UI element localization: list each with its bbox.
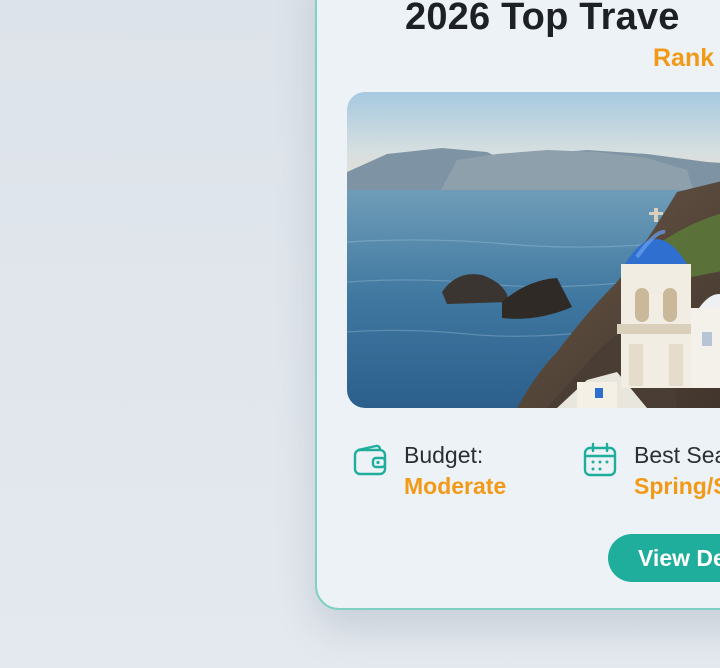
destination-photo xyxy=(347,92,720,408)
budget-label: Budget: xyxy=(404,442,484,468)
view-details-button[interactable]: View De xyxy=(608,534,720,582)
budget-info: Budget: Moderate xyxy=(352,440,506,502)
destination-card: 2026 Top Trave Rank Budget: Moderate Bes… xyxy=(315,0,720,610)
wallet-icon xyxy=(353,444,387,476)
card-title: 2026 Top Trave xyxy=(405,0,680,38)
season-value: Spring/S xyxy=(634,473,720,499)
budget-value: Moderate xyxy=(404,473,507,499)
season-label: Best Sea xyxy=(634,442,720,468)
calendar-icon xyxy=(583,442,617,477)
rank-label: Rank xyxy=(653,44,715,72)
season-info: Best Sea Spring/S xyxy=(582,440,720,502)
page-background: 2026 Top Trave Rank Budget: Moderate Bes… xyxy=(0,0,720,668)
